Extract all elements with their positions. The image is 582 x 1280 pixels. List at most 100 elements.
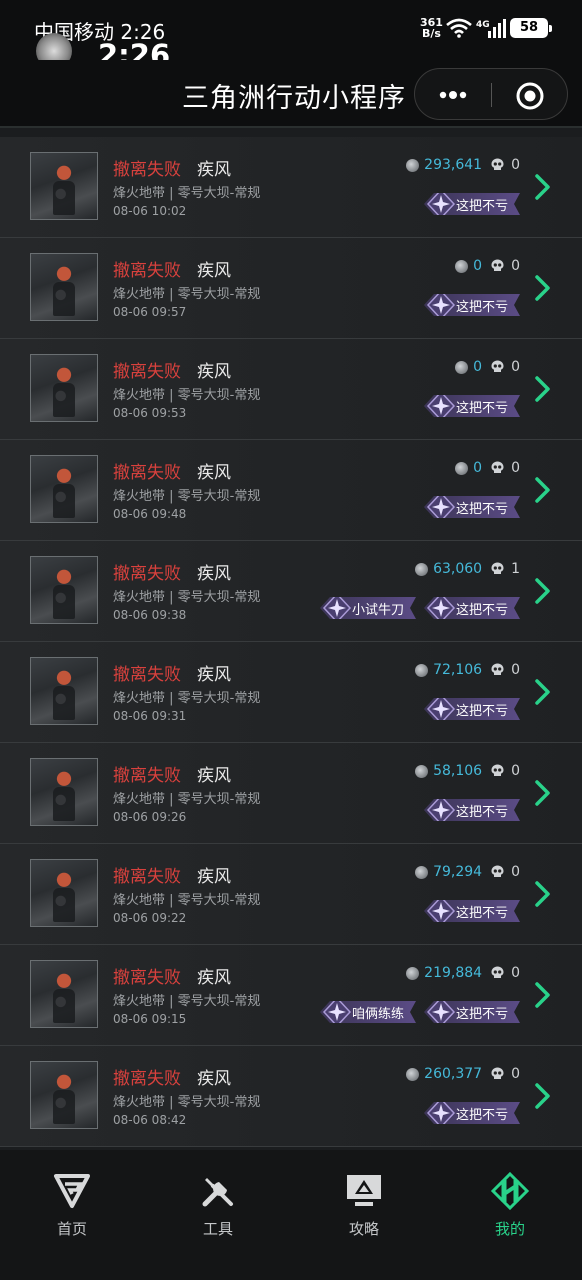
loot-value-group: 0 0	[455, 256, 520, 276]
tab-tools[interactable]: 工具	[178, 1172, 258, 1239]
loot-value-group: 63,060 1	[415, 559, 520, 579]
kill-count: 0	[511, 864, 520, 880]
tab-home-label: 首页	[56, 1220, 87, 1238]
chevron-right-icon[interactable]	[534, 173, 552, 201]
chevron-right-icon[interactable]	[534, 1082, 552, 1110]
kill-count: 0	[511, 258, 520, 274]
badge-label: 这把不亏	[455, 905, 508, 921]
match-record-row[interactable]: 撤离失败 疾风 烽火地带 | 零号大坝-常规 08-06 09:48 0 0 这…	[0, 440, 582, 541]
operator-avatar	[30, 859, 98, 927]
achievement-badge: 这把不亏	[424, 1001, 520, 1023]
tab-home[interactable]: 首页	[32, 1172, 112, 1239]
match-time: 08-06 09:38	[113, 608, 187, 622]
badge-group: 这把不亏	[424, 1102, 520, 1124]
achievement-badge: 这把不亏	[424, 395, 520, 417]
operator-avatar	[30, 253, 98, 321]
operator-avatar	[30, 152, 98, 220]
extraction-status: 撤离失败	[113, 261, 181, 281]
network-speed: 361 B/s	[420, 17, 443, 39]
extraction-status: 撤离失败	[113, 1069, 181, 1089]
operator-name: 疾风	[197, 1069, 231, 1089]
skull-icon	[491, 158, 504, 170]
extraction-status: 撤离失败	[113, 968, 181, 988]
loot-value-group: 58,106 0	[415, 761, 520, 781]
more-dots-icon[interactable]	[433, 83, 473, 107]
badge-emblem-icon	[426, 794, 456, 826]
map-info: 烽火地带 | 零号大坝-常规	[113, 792, 261, 807]
match-time: 08-06 09:26	[113, 810, 187, 824]
status-bar: 中国移动 2:26 2:26 361 B/s 4G 58	[0, 0, 582, 72]
chevron-right-icon[interactable]	[534, 375, 552, 403]
badge-group: 这把不亏	[424, 193, 520, 215]
badge-group: 这把不亏	[424, 900, 520, 922]
match-record-row[interactable]: 撤离失败 疾风 烽火地带 | 零号大坝-常规 08-06 10:02 293,6…	[0, 137, 582, 238]
achievement-badge: 这把不亏	[424, 799, 520, 821]
coin-icon	[415, 663, 429, 677]
network-type: 4G	[476, 20, 490, 30]
badge-group: 这把不亏	[424, 698, 520, 720]
match-record-list: 撤离失败 疾风 烽火地带 | 零号大坝-常规 08-06 10:02 293,6…	[0, 137, 582, 1147]
skull-icon	[491, 865, 504, 877]
loot-value: 58,106	[433, 763, 483, 779]
target-icon[interactable]	[515, 81, 545, 111]
extraction-status: 撤离失败	[113, 564, 181, 584]
match-record-row[interactable]: 撤离失败 疾风 烽火地带 | 零号大坝-常规 08-06 09:53 0 0 这…	[0, 339, 582, 440]
operator-avatar	[30, 354, 98, 422]
operator-name: 疾风	[197, 665, 231, 685]
achievement-badge: 这把不亏	[424, 294, 520, 316]
operator-name: 疾风	[197, 867, 231, 887]
operator-avatar	[30, 657, 98, 725]
badge-label: 这把不亏	[455, 602, 508, 618]
badge-emblem-icon	[426, 188, 456, 220]
badge-emblem-icon	[426, 996, 456, 1028]
badge-emblem-icon	[322, 592, 352, 624]
skull-icon	[491, 966, 504, 978]
match-record-row[interactable]: 撤离失败 疾风 烽火地带 | 零号大坝-常规 08-06 08:42 260,3…	[0, 1046, 582, 1147]
badge-label: 这把不亏	[455, 1107, 508, 1123]
match-record-row[interactable]: 撤离失败 疾风 烽火地带 | 零号大坝-常规 08-06 09:38 63,06…	[0, 541, 582, 642]
chevron-right-icon[interactable]	[534, 274, 552, 302]
operator-name: 疾风	[197, 564, 231, 584]
badge-label: 这把不亏	[455, 703, 508, 719]
cell-signal-icon: 4G	[476, 19, 506, 38]
skull-icon	[491, 764, 504, 776]
match-record-row[interactable]: 撤离失败 疾风 烽火地带 | 零号大坝-常规 08-06 09:26 58,10…	[0, 743, 582, 844]
loot-value: 0	[473, 258, 483, 274]
loot-value: 72,106	[433, 662, 483, 678]
kill-count: 0	[511, 1066, 520, 1082]
extraction-status: 撤离失败	[113, 867, 181, 887]
kill-count: 0	[511, 157, 520, 173]
match-record-row[interactable]: 撤离失败 疾风 烽火地带 | 零号大坝-常规 08-06 09:57 0 0 这…	[0, 238, 582, 339]
chevron-right-icon[interactable]	[534, 577, 552, 605]
tab-guide[interactable]: 攻略	[324, 1172, 404, 1239]
map-info: 烽火地带 | 零号大坝-常规	[113, 1095, 261, 1110]
loot-value-group: 0 0	[455, 357, 520, 377]
chevron-right-icon[interactable]	[534, 476, 552, 504]
achievement-badge: 咱俩练练	[320, 1001, 416, 1023]
loot-value: 79,294	[433, 864, 483, 880]
badge-emblem-icon	[426, 592, 456, 624]
coin-icon	[406, 966, 420, 980]
tab-profile[interactable]: 我的	[470, 1172, 550, 1239]
chevron-right-icon[interactable]	[534, 779, 552, 807]
coin-icon	[415, 865, 429, 879]
home-logo-icon	[54, 1174, 90, 1208]
match-record-row[interactable]: 撤离失败 疾风 烽火地带 | 零号大坝-常规 08-06 09:22 79,29…	[0, 844, 582, 945]
match-record-row[interactable]: 撤离失败 疾风 烽火地带 | 零号大坝-常规 08-06 09:31 72,10…	[0, 642, 582, 743]
loot-value-group: 293,641 0	[406, 155, 520, 175]
loot-value: 0	[473, 359, 483, 375]
chevron-right-icon[interactable]	[534, 678, 552, 706]
match-time: 08-06 09:15	[113, 1012, 187, 1026]
loot-value-group: 0 0	[455, 458, 520, 478]
capsule-divider	[491, 83, 492, 107]
badge-emblem-icon	[426, 1097, 456, 1129]
map-info: 烽火地带 | 零号大坝-常规	[113, 388, 261, 403]
badge-group: 咱俩练练 这把不亏	[320, 1001, 520, 1023]
chevron-right-icon[interactable]	[534, 880, 552, 908]
map-info: 烽火地带 | 零号大坝-常规	[113, 893, 261, 908]
chevron-right-icon[interactable]	[534, 981, 552, 1009]
badge-label: 咱俩练练	[351, 1006, 404, 1022]
operator-name: 疾风	[197, 968, 231, 988]
match-record-row[interactable]: 撤离失败 疾风 烽火地带 | 零号大坝-常规 08-06 09:15 219,8…	[0, 945, 582, 1046]
operator-avatar	[30, 455, 98, 523]
